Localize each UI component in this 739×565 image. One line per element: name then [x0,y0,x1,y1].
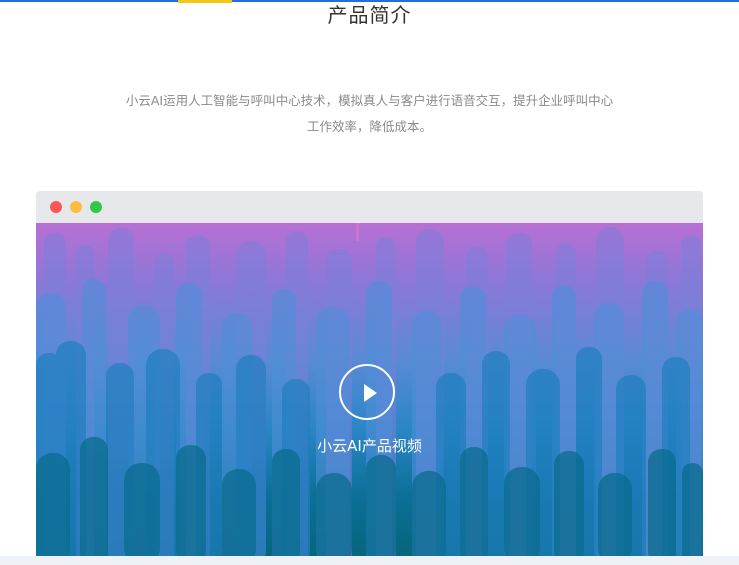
play-icon [364,384,377,402]
section-bottom-divider [0,556,739,565]
window-close-dot [50,201,62,213]
section-title: 产品简介 [327,3,412,27]
window-maximize-dot [90,201,102,213]
product-intro: 小云AI运用人工智能与呼叫中心技术，模拟真人与客户进行语音交互，提升企业呼叫中心… [80,88,659,140]
video-player[interactable]: 小云AI产品视频 [36,223,703,565]
video-window: 小云AI产品视频 [36,191,703,565]
intro-line-2: 工作效率，降低成本。 [306,119,432,134]
window-minimize-dot [70,201,82,213]
page: 产品简介 小云AI运用人工智能与呼叫中心技术，模拟真人与客户进行语音交互，提升企… [0,0,739,565]
intro-line-1: 小云AI运用人工智能与呼叫中心技术，模拟真人与客户进行语音交互，提升企业呼叫中心 [125,93,614,108]
video-caption: 小云AI产品视频 [317,437,422,455]
play-button[interactable] [339,364,395,420]
window-title-bar [36,191,703,223]
